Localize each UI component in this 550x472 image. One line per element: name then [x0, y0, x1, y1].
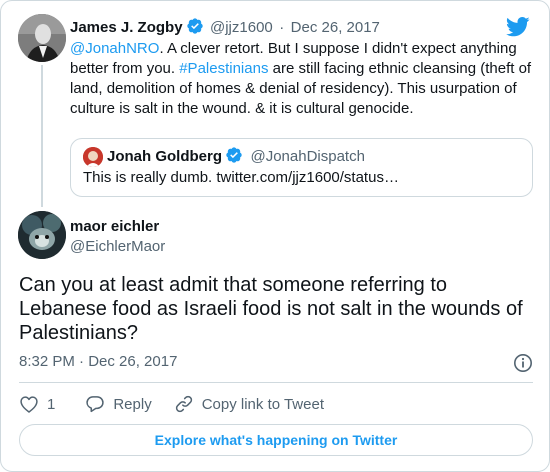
parent-author-name[interactable]: James J. Zogby: [70, 19, 183, 36]
copy-link-label: Copy link to Tweet: [201, 395, 324, 413]
embedded-tweet-card: James J. Zogby @jjz1600 · Dec 26, 2017 @…: [0, 0, 550, 472]
like-button[interactable]: 1: [19, 394, 55, 414]
tweet-actions: 1 Reply Copy link to Tweet: [19, 393, 324, 415]
main-author-name[interactable]: maor eichler: [70, 217, 165, 237]
divider: [19, 382, 533, 383]
quoted-tweet[interactable]: Jonah Goldberg @JonahDispatch This is re…: [70, 138, 533, 197]
date-separator: ·: [279, 19, 285, 36]
quoted-tweet-text: This is really dumb. twitter.com/jjz1600…: [83, 169, 399, 186]
thread-connector-line: [41, 65, 43, 207]
quoted-author-name: Jonah Goldberg: [107, 148, 223, 165]
reply-label: Reply: [113, 395, 152, 413]
hashtag-link[interactable]: #Palestinians: [179, 60, 268, 77]
explore-button[interactable]: Explore what's happening on Twitter: [19, 424, 533, 456]
avatar-maor-eichler[interactable]: [18, 211, 66, 259]
main-tweet-timestamp[interactable]: 8:32 PM · Dec 26, 2017: [19, 353, 177, 370]
parent-author-handle[interactable]: @jjz1600: [210, 19, 273, 36]
copy-link-button[interactable]: Copy link to Tweet: [174, 394, 324, 414]
parent-tweet-text: @JonahNRO. A clever retort. But I suppos…: [70, 39, 532, 119]
verified-badge-icon: [186, 17, 204, 40]
main-tweet-header: maor eichler @EichlerMaor: [70, 217, 165, 257]
mention-link[interactable]: @JonahNRO: [70, 40, 159, 57]
main-author-handle[interactable]: @EichlerMaor: [70, 237, 165, 257]
verified-badge-icon: [225, 146, 243, 169]
quoted-tweet-header: Jonah Goldberg @JonahDispatch: [107, 146, 365, 169]
avatar-james-zogby[interactable]: [18, 14, 66, 62]
parent-tweet-date[interactable]: Dec 26, 2017: [291, 19, 380, 36]
info-icon[interactable]: [513, 353, 533, 378]
quoted-author-handle: @JonahDispatch: [250, 148, 365, 165]
reply-button[interactable]: Reply: [85, 394, 152, 414]
avatar-jonah-goldberg: [83, 147, 103, 167]
parent-tweet-header: James J. Zogby @jjz1600 · Dec 26, 2017: [70, 17, 380, 40]
like-count: 1: [47, 395, 56, 413]
main-tweet-text: Can you at least admit that someone refe…: [19, 274, 523, 344]
